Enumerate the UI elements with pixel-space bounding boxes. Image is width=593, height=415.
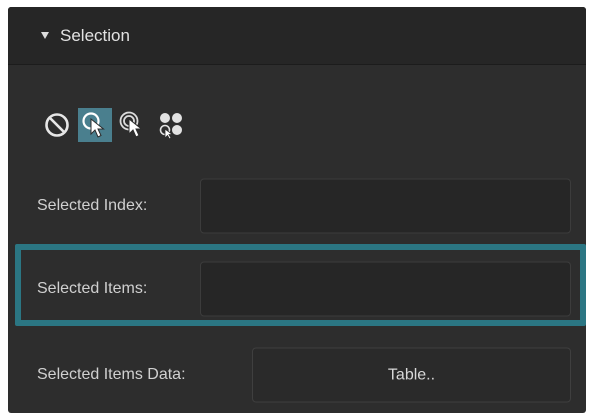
selection-mode-none-button[interactable] [40,108,74,142]
single-select-cursor-icon [82,112,105,138]
selection-mode-single-button[interactable] [78,108,112,142]
selected-items-data-row: Selected Items Data: Table.. [8,344,586,406]
selected-index-input[interactable] [200,178,571,234]
multi-select-cursor-icon [119,111,143,138]
group-select-icon [159,113,182,140]
selected-index-label: Selected Index: [37,197,148,214]
selection-mode-toolbar [40,107,192,143]
section-title: Selection [60,25,130,45]
selected-index-row: Selected Index: [8,175,586,237]
selected-items-input[interactable] [200,261,571,317]
collapse-triangle-icon[interactable] [41,32,49,39]
selection-mode-multiple-button[interactable] [116,108,150,142]
selected-items-label: Selected Items: [37,280,148,297]
selected-items-data-label: Selected Items Data: [37,366,186,383]
selection-panel: Selection Selected Index: Selected Items… [8,7,586,413]
selected-items-row: Selected Items: [8,258,586,320]
section-header[interactable]: Selection [8,7,586,65]
no-selection-icon [45,113,69,137]
selected-items-data-table-button[interactable]: Table.. [252,347,571,403]
selection-mode-group-button[interactable] [154,108,188,142]
